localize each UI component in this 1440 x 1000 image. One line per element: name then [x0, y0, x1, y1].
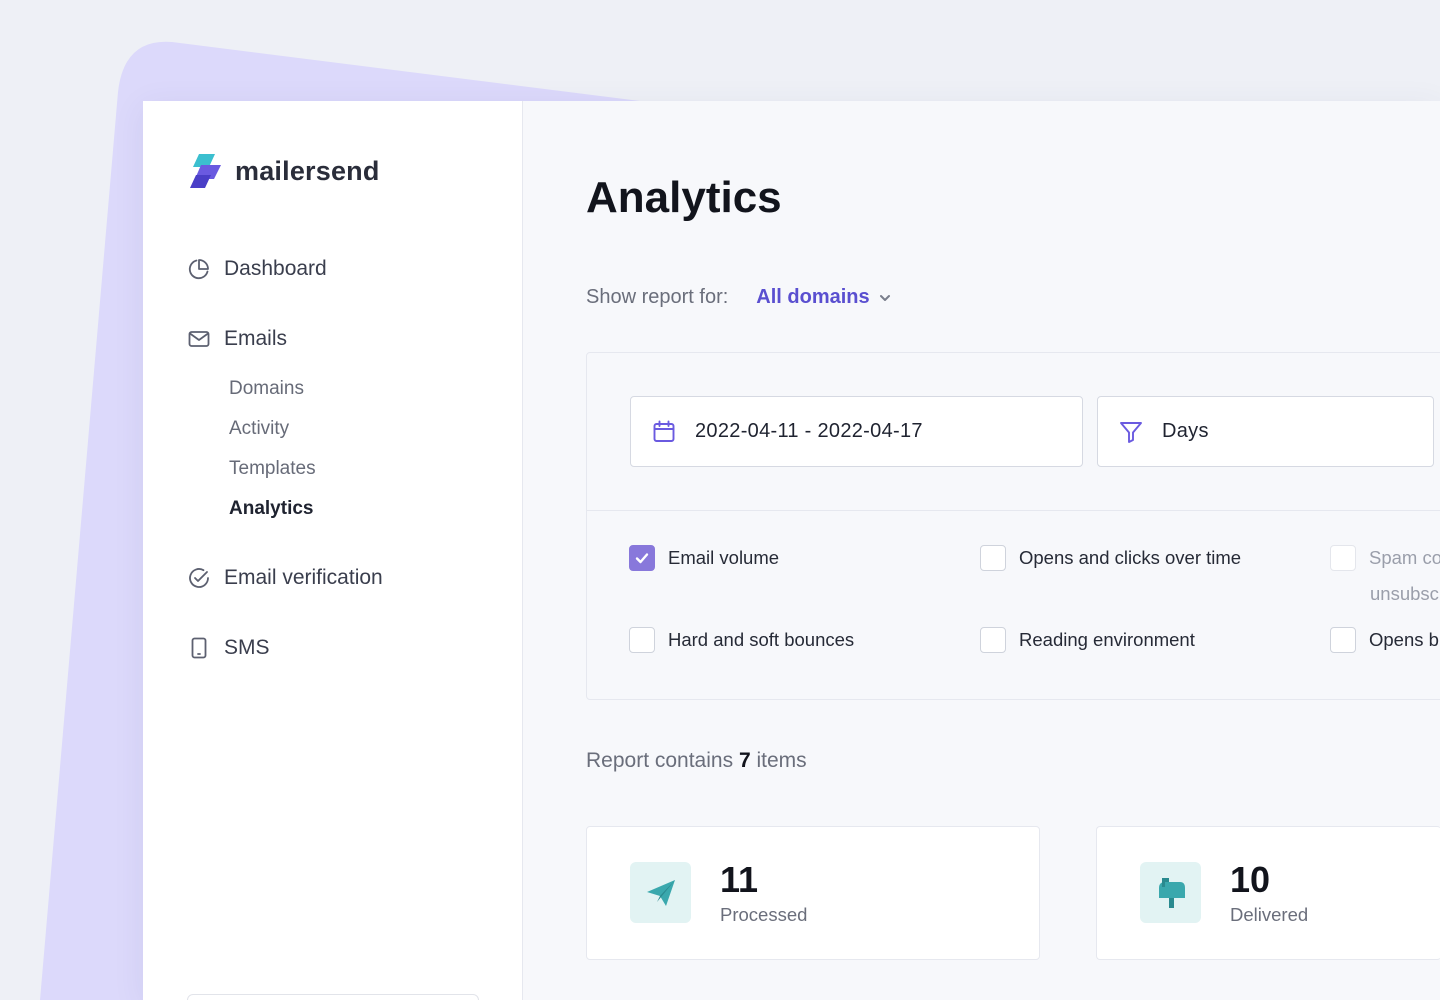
group-by-select[interactable]: Days [1097, 396, 1434, 467]
option-label: Opens b [1369, 629, 1439, 650]
sidebar-item-dashboard[interactable]: Dashboard [187, 257, 327, 281]
sidebar-subitem-templates[interactable]: Templates [229, 458, 316, 480]
report-summary: Report contains 7 items [586, 749, 807, 773]
sidebar-item-email-verification[interactable]: Email verification [187, 566, 383, 590]
sidebar-footer-card[interactable] [187, 994, 479, 1000]
option-label: Spam co [1369, 547, 1440, 568]
option-spam-complaints[interactable]: Spam co [1330, 545, 1440, 571]
sidebar-item-label: Email verification [224, 566, 383, 589]
sidebar-item-emails[interactable]: Emails [187, 327, 287, 351]
option-label: Email volume [668, 547, 780, 568]
date-range-picker[interactable]: 2022-04-11 - 2022-04-17 [630, 396, 1083, 467]
calendar-icon [653, 420, 675, 442]
date-range-value: 2022-04-11 - 2022-04-17 [695, 420, 923, 442]
group-by-value: Days [1162, 420, 1209, 442]
option-label: Hard and soft bounces [668, 629, 855, 650]
option-reading-environment[interactable]: Reading environment [980, 627, 1195, 653]
option-bounces[interactable]: Hard and soft bounces [629, 627, 854, 653]
sidebar: mailersend Dashboard Emails Domains Acti… [143, 101, 523, 1000]
domain-dropdown-value: All domains [756, 286, 870, 308]
brand-name: mailersend [235, 155, 380, 186]
page-title: Analytics [586, 173, 782, 222]
domain-dropdown[interactable]: All domains [756, 286, 891, 309]
phone-icon [191, 637, 207, 659]
sidebar-subitem-analytics[interactable]: Analytics [229, 498, 313, 520]
sidebar-item-label: Dashboard [224, 257, 327, 280]
mail-icon [188, 331, 210, 347]
stat-card-delivered: 10 Delivered [1096, 826, 1440, 960]
checkbox[interactable] [980, 627, 1006, 653]
stat-value: 10 [1230, 859, 1271, 900]
sidebar-subitem-domains[interactable]: Domains [229, 378, 304, 400]
report-domain-filter: Show report for: All domains [586, 286, 892, 309]
report-for-label: Show report for: [586, 286, 729, 308]
paper-plane-icon [646, 879, 675, 906]
sidebar-subitem-activity[interactable]: Activity [229, 418, 289, 440]
stat-label: Delivered [1230, 904, 1309, 925]
option-opens-by[interactable]: Opens b [1330, 627, 1439, 653]
brand-logo[interactable]: mailersend [187, 153, 380, 189]
checkbox[interactable] [629, 545, 655, 571]
report-controls: 2022-04-11 - 2022-04-17 Days [587, 353, 1440, 511]
stat-icon-box [1140, 862, 1201, 923]
stat-card-processed: 11 Processed [586, 826, 1040, 960]
filter-icon [1120, 421, 1142, 443]
app-window: mailersend Dashboard Emails Domains Acti… [143, 101, 1440, 1000]
report-prefix: Report contains [586, 749, 734, 772]
mailbox-icon [1158, 877, 1185, 908]
report-count: 7 [738, 749, 751, 772]
stat-icon-box [630, 862, 691, 923]
checkbox[interactable] [980, 545, 1006, 571]
sidebar-item-label: Emails [224, 327, 288, 350]
sidebar-item-label: SMS [224, 636, 270, 659]
mailersend-logo-icon [190, 154, 221, 188]
report-suffix: items [756, 749, 807, 772]
chevron-down-icon [879, 294, 890, 301]
stat-value: 11 [720, 859, 759, 900]
sidebar-item-sms[interactable]: SMS [187, 636, 270, 660]
pie-chart-icon [188, 259, 209, 280]
stat-label: Processed [720, 904, 808, 925]
check-icon [635, 553, 649, 564]
option-opens-clicks[interactable]: Opens and clicks over time [980, 545, 1241, 571]
option-label: Reading environment [1019, 629, 1195, 650]
checkbox[interactable] [629, 627, 655, 653]
checkbox[interactable] [1330, 627, 1356, 653]
check-circle-icon [189, 568, 209, 588]
checkbox[interactable] [1330, 545, 1356, 571]
option-label: Opens and clicks over time [1019, 547, 1242, 568]
option-label-line2: unsubsc [1370, 583, 1439, 604]
option-email-volume[interactable]: Email volume [629, 545, 779, 571]
